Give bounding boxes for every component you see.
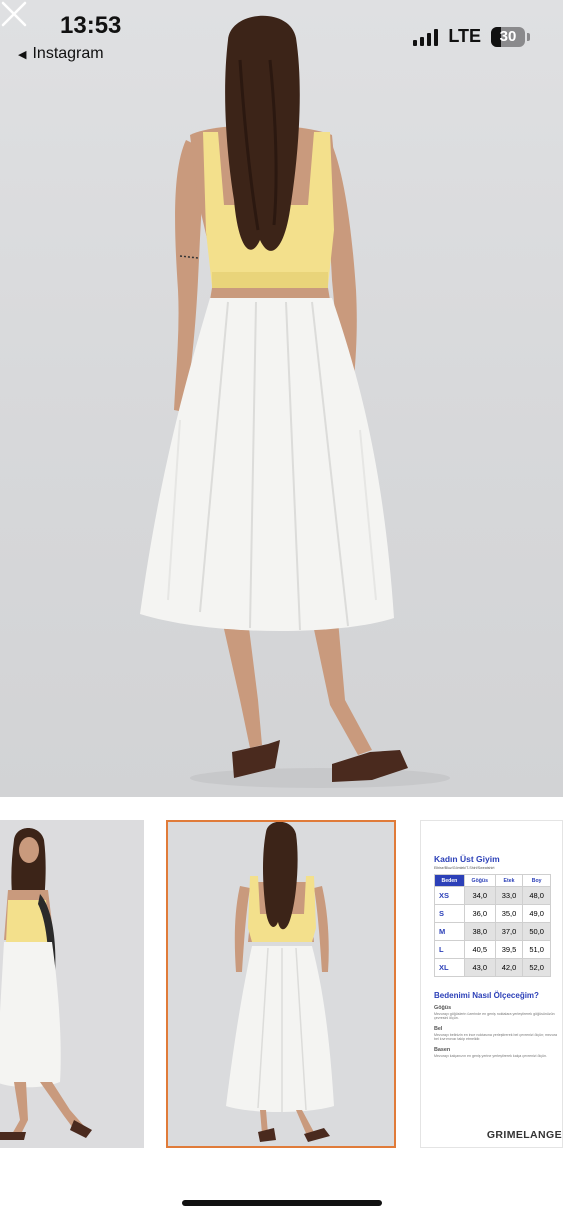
table-cell: 48,0 [522,886,551,905]
cellular-signal-icon [413,28,439,46]
table-cell: 38,0 [463,922,496,941]
model-back-view-illustration [140,15,450,788]
brand-logo: GRIMELANGE [486,1129,562,1141]
back-to-app-link[interactable]: ◀ Instagram [18,45,104,63]
thumbnail-size-chart[interactable]: Kadın Üst Giyim Elbise/Bluz/Gömlek/T-Shi… [420,820,563,1148]
table-row: S 36,0 35,0 49,0 [434,904,551,923]
battery-icon: 30 [491,26,530,47]
thumbnail-strip: Kadın Üst Giyim Elbise/Bluz/Gömlek/T-Shi… [0,820,563,1150]
close-icon[interactable] [0,0,28,28]
measure-section-desc: Mezurayı kalçanızın en geniş yerine yerl… [434,1053,548,1058]
size-table: Beden Göğüs Etek Boy XS 34,0 33,0 48,0 S [434,874,551,977]
measure-section-label: Bel [434,1025,443,1032]
table-row: L 40,5 39,5 51,0 [434,940,551,959]
thumbnail-back-view-selected[interactable] [166,820,396,1148]
table-row: XL 43,0 42,0 52,0 [434,958,551,977]
table-cell: 50,0 [522,922,551,941]
table-cell: 35,0 [494,904,524,923]
how-to-measure-title: Bedenimi Nasıl Ölçeceğim? [434,991,539,1000]
size-chart: Kadın Üst Giyim Elbise/Bluz/Gömlek/T-Shi… [434,854,559,1058]
home-indicator[interactable] [182,1200,382,1206]
battery-level: 30 [499,28,517,45]
size-cell: XS [434,886,465,905]
main-product-photo[interactable]: 13:53 ◀ Instagram LTE 30 [0,0,563,797]
measure-section-label: Basen [434,1046,451,1053]
table-row: XS 34,0 33,0 48,0 [434,886,551,905]
size-cell: XL [434,958,465,977]
size-cell: M [434,922,465,941]
model-front-view-illustration [0,820,144,1148]
size-table-header-row: Beden Göğüs Etek Boy [434,874,551,887]
table-cell: 49,0 [522,904,551,923]
size-chart-title: Kadın Üst Giyim [434,854,500,864]
size-cell: S [434,904,465,923]
table-row: M 38,0 37,0 50,0 [434,922,551,941]
header-cell: Boy [522,874,551,887]
thumbnail-front-view[interactable] [0,820,144,1148]
measure-section-desc: Mezurayı belinizin en ince noktasına yer… [434,1032,558,1042]
back-app-label: Instagram [32,45,104,62]
table-cell: 40,5 [463,940,496,959]
table-cell: 36,0 [463,904,496,923]
size-cell: L [434,940,465,959]
table-cell: 39,5 [494,940,524,959]
header-cell: Beden [434,874,465,887]
table-cell: 37,0 [494,922,524,941]
back-arrow-icon: ◀ [18,48,27,61]
table-cell: 43,0 [463,958,496,977]
table-cell: 52,0 [522,958,551,977]
status-time: 13:53 [60,12,122,39]
table-cell: 42,0 [494,958,524,977]
table-cell: 34,0 [463,886,496,905]
measure-section-label: Göğüs [434,1005,452,1011]
table-cell: 33,0 [494,886,524,905]
size-chart-subtitle: Elbise/Bluz/Gömlek/T-Shirt/Sweatshirt [434,866,495,870]
measure-section-desc: Mezurayı göğüslerin üzerinde en geniş no… [434,1012,555,1021]
network-type: LTE [448,26,481,46]
table-cell: 51,0 [522,940,551,959]
model-back-view-small-illustration [168,822,394,1146]
status-indicators: LTE 30 [413,26,530,47]
header-cell: Göğüs [463,874,496,887]
header-cell: Etek [494,874,524,887]
